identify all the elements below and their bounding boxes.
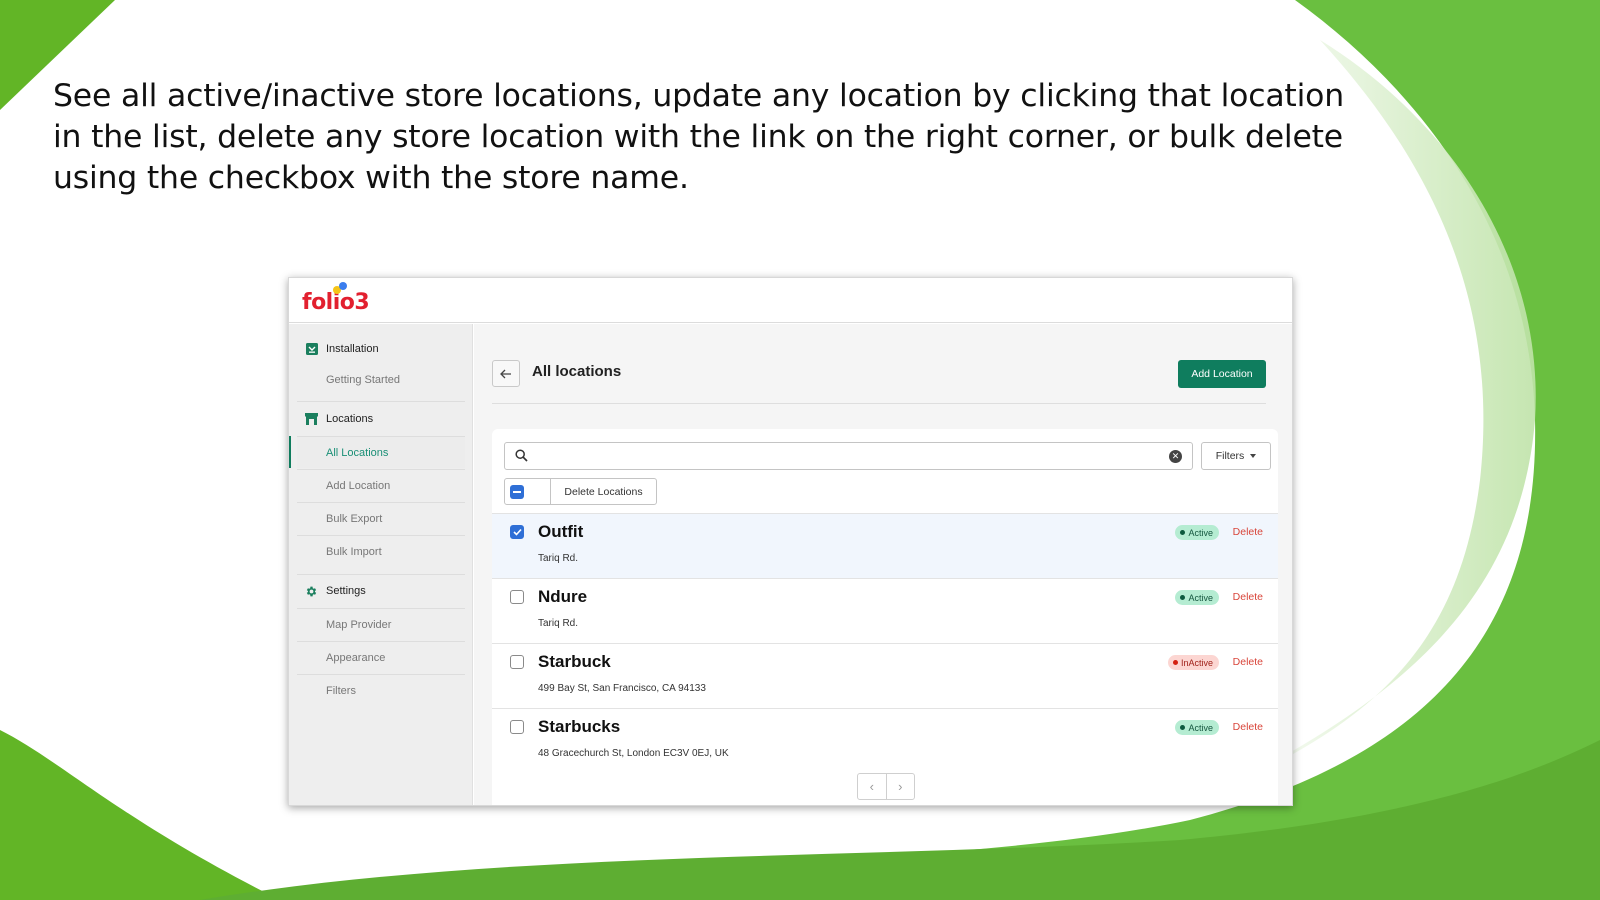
location-row[interactable]: Ndure Tariq Rd. Active Delete <box>492 578 1278 643</box>
app-topbar: folio3 <box>289 278 1292 323</box>
filters-label: Filters <box>1215 450 1245 462</box>
locations-list: Outfit Tariq Rd. Active Delete Ndure Tar… <box>492 513 1278 773</box>
title-divider <box>492 403 1266 404</box>
sidebar-section-locations[interactable]: Locations <box>297 404 465 434</box>
sidebar-section-label: Locations <box>326 413 374 425</box>
checkmark-icon <box>512 528 522 536</box>
location-name: Starbucks <box>538 717 621 736</box>
location-name: Outfit <box>538 522 584 541</box>
logo-dot-blue <box>339 282 347 290</box>
filters-button[interactable]: Filters <box>1201 442 1271 470</box>
download-box-icon <box>305 343 318 356</box>
search-field[interactable]: ✕ <box>504 442 1193 470</box>
location-row[interactable]: Starbucks 48 Gracechurch St, London EC3V… <box>492 708 1278 773</box>
delete-locations-button[interactable]: Delete Locations <box>551 479 656 504</box>
sidebar-item-bulk-export[interactable]: Bulk Export <box>297 502 465 534</box>
sidebar-item-bulk-import[interactable]: Bulk Import <box>297 535 465 567</box>
status-badge: Active <box>1175 590 1219 605</box>
chevron-left-icon: ‹ <box>869 779 874 794</box>
pagination-prev-button[interactable]: ‹ <box>858 774 887 799</box>
sidebar-item-label: Filters <box>326 684 356 697</box>
clear-circle-icon[interactable]: ✕ <box>1169 450 1182 463</box>
pagination: ‹ › <box>857 773 915 800</box>
store-icon <box>305 413 318 426</box>
status-dot-icon <box>1172 660 1178 665</box>
location-address: Tariq Rd. <box>538 553 579 564</box>
sidebar-divider <box>297 401 465 402</box>
sidebar-section-label: Installation <box>326 343 379 355</box>
slide-headline: See all active/inactive store locations,… <box>53 78 1344 196</box>
sidebar-item-label: Appearance <box>326 651 386 664</box>
location-address: 499 Bay St, San Francisco, CA 94133 <box>538 683 706 694</box>
row-checkbox[interactable] <box>510 525 524 539</box>
sidebar-item-label: Add Location <box>326 479 391 492</box>
status-badge: InActive <box>1167 655 1219 670</box>
sidebar-active-indicator <box>289 436 291 468</box>
delete-link[interactable]: Delete <box>1233 591 1263 603</box>
minus-icon <box>513 490 521 493</box>
chevron-right-icon: › <box>898 779 903 794</box>
sidebar-section-settings[interactable]: Settings <box>297 576 465 606</box>
sidebar-item-label: Map Provider <box>326 618 392 631</box>
sidebar-divider <box>297 574 465 575</box>
row-checkbox[interactable] <box>510 720 524 734</box>
gear-icon <box>305 585 318 598</box>
status-dot-icon <box>1180 725 1186 730</box>
status-label: Active <box>1188 527 1213 538</box>
sidebar-item-label: Getting Started <box>326 374 400 386</box>
sidebar: Installation Getting Started Locations A… <box>289 324 473 805</box>
row-checkbox[interactable] <box>510 655 524 669</box>
sidebar-item-label: Bulk Export <box>326 512 383 525</box>
main-content: All locations Add Location ✕ Filters Del… <box>474 324 1292 805</box>
location-row[interactable]: Outfit Tariq Rd. Active Delete <box>492 513 1278 578</box>
caret-down-icon <box>1250 454 1257 458</box>
page-title: All locations <box>532 363 622 380</box>
arrow-left-icon <box>500 369 511 378</box>
bulk-select-wrapper <box>505 479 551 504</box>
pagination-next-button[interactable]: › <box>887 774 915 799</box>
delete-link[interactable]: Delete <box>1233 526 1263 538</box>
sidebar-item-map-provider[interactable]: Map Provider <box>297 608 465 640</box>
row-checkbox[interactable] <box>510 590 524 604</box>
status-dot-icon <box>1180 530 1186 535</box>
green-wave-bottom-left <box>0 730 280 900</box>
location-address: Tariq Rd. <box>538 618 579 629</box>
add-location-button[interactable]: Add Location <box>1178 360 1266 388</box>
bulk-select-checkbox[interactable] <box>510 484 524 499</box>
sidebar-item-all-locations[interactable]: All Locations <box>297 436 465 468</box>
sidebar-item-filters[interactable]: Filters <box>297 674 465 706</box>
sidebar-item-getting-started[interactable]: Getting Started <box>297 364 465 396</box>
search-input[interactable] <box>535 445 1165 467</box>
delete-link[interactable]: Delete <box>1233 721 1263 733</box>
sidebar-item-label: All Locations <box>326 446 389 459</box>
status-dot-icon <box>1180 595 1186 600</box>
location-name: Starbuck <box>538 652 611 671</box>
back-button[interactable] <box>492 360 520 387</box>
bulk-actions: Delete Locations <box>504 478 657 505</box>
delete-link[interactable]: Delete <box>1233 656 1263 668</box>
sidebar-section-installation[interactable]: Installation <box>297 334 465 364</box>
status-badge: Active <box>1175 525 1219 540</box>
location-address: 48 Gracechurch St, London EC3V 0EJ, UK <box>538 748 729 759</box>
sidebar-item-label: Bulk Import <box>326 545 382 558</box>
folio3-logo: folio3 <box>302 282 370 315</box>
status-label: InActive <box>1180 657 1213 668</box>
sidebar-section-label: Settings <box>326 585 366 597</box>
locations-card: ✕ Filters Delete Locations Outfit Tariq … <box>492 429 1278 805</box>
sidebar-item-appearance[interactable]: Appearance <box>297 641 465 673</box>
status-badge: Active <box>1175 720 1219 735</box>
search-icon <box>515 449 528 467</box>
location-name: Ndure <box>538 587 588 606</box>
status-label: Active <box>1188 722 1213 733</box>
location-row[interactable]: Starbuck 499 Bay St, San Francisco, CA 9… <box>492 643 1278 708</box>
sidebar-item-add-location[interactable]: Add Location <box>297 469 465 501</box>
status-label: Active <box>1188 592 1213 603</box>
app-window: folio3 Installation Getting Started Loca… <box>288 277 1293 806</box>
